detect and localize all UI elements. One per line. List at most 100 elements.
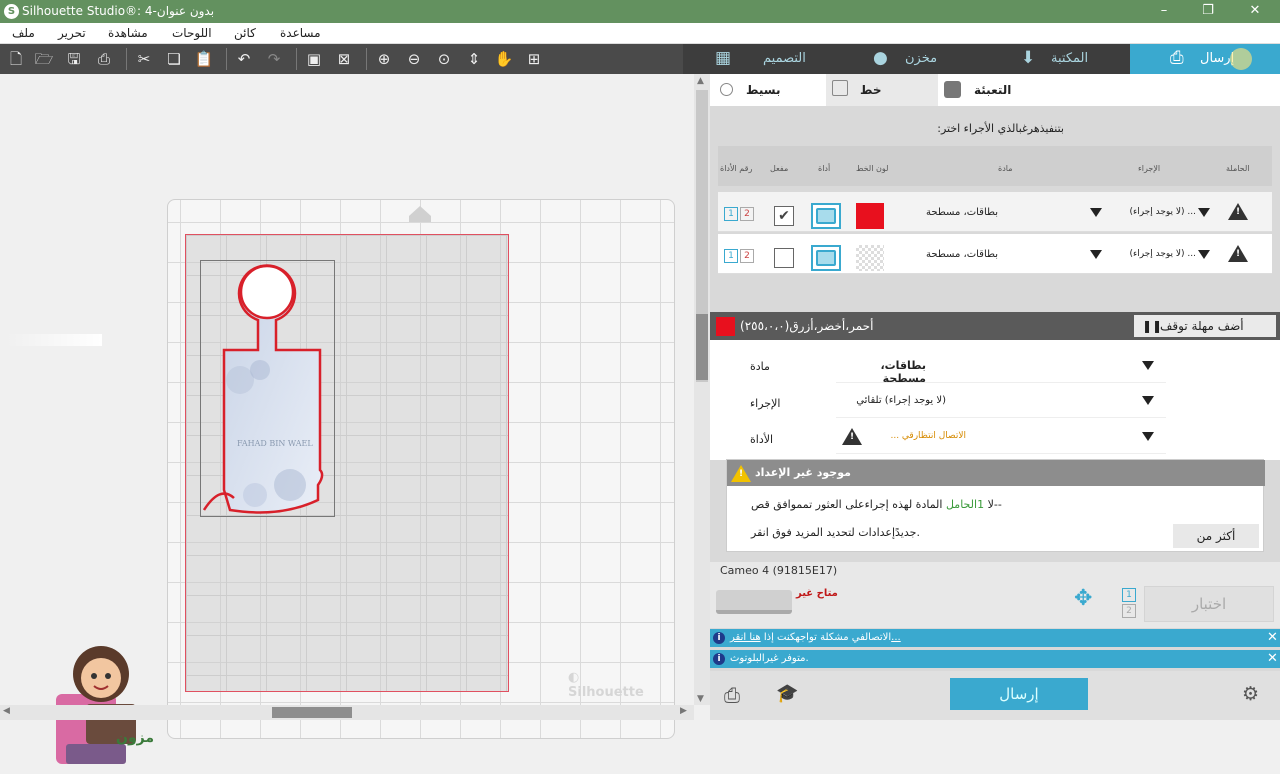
- main-toolbar: 🗋 🗁 🖫 ⎙ ✂ ❏ 📋 ↶ ↷ ▣ ⊠ ⊕ ⊖ ⊙ ⇕ ✋ ⊞: [0, 44, 683, 74]
- scroll-thumb[interactable]: [696, 314, 708, 380]
- cut-icon[interactable]: ✂: [134, 49, 154, 69]
- save-icon[interactable]: 🖫: [64, 49, 84, 69]
- scroll-right-arrow-icon[interactable]: ▶: [680, 706, 687, 716]
- move-arrows-icon[interactable]: ✥: [1074, 586, 1092, 611]
- material-value: بطاقات، مسطحة: [926, 207, 998, 218]
- redo-icon[interactable]: ↷: [264, 49, 284, 69]
- tab-store[interactable]: ● مخزن: [829, 44, 979, 74]
- menu-edit[interactable]: تحرير: [58, 26, 86, 40]
- ungroup-icon[interactable]: ⊠: [334, 49, 354, 69]
- col-enabled: مفعل: [770, 164, 789, 173]
- send-button[interactable]: إرسال: [950, 678, 1088, 710]
- tool-select[interactable]: الاتصال انتظارقي ...: [836, 420, 1166, 454]
- menu-help[interactable]: مساعدة: [280, 26, 321, 40]
- zoom-selection-icon[interactable]: ⊙: [434, 49, 454, 69]
- gear-icon[interactable]: ⚙: [1242, 683, 1259, 705]
- tool-icon[interactable]: [811, 203, 841, 229]
- tab-line[interactable]: خط: [826, 74, 938, 106]
- canvas-vertical-scrollbar[interactable]: ▲ ▼: [694, 74, 710, 705]
- table-row[interactable]: 1 2 بطاقات، مسطحة ... (لا يوجد إجراء): [718, 234, 1272, 274]
- undo-icon[interactable]: ↶: [234, 49, 254, 69]
- new-document-icon[interactable]: 🗋: [6, 49, 26, 69]
- tool-warning-icon: [842, 428, 862, 445]
- menu-view[interactable]: مشاهدة: [108, 26, 148, 40]
- table-row[interactable]: 1 2 ✔ بطاقات، مسطحة ... (لا يوجد إجراء): [718, 192, 1272, 232]
- scroll-left-arrow-icon[interactable]: ◀: [3, 706, 10, 716]
- material-select-dropdown-icon[interactable]: [1142, 361, 1154, 370]
- action-dropdown-icon[interactable]: [1198, 208, 1210, 217]
- tool-select-dropdown-icon[interactable]: [1142, 432, 1154, 441]
- cameo-machine-icon: [716, 590, 792, 614]
- close-icon[interactable]: ✕: [1267, 651, 1278, 666]
- library-download-icon: ⬇: [1021, 48, 1036, 68]
- tool-number-1[interactable]: 1: [724, 207, 738, 221]
- toolbar-divider: [226, 48, 227, 70]
- tab-simple-label: بسيط: [746, 83, 781, 97]
- scroll-up-arrow-icon[interactable]: ▲: [697, 76, 704, 86]
- graduation-cap-icon[interactable]: 🎓: [776, 683, 798, 704]
- tool-number-2[interactable]: 2: [740, 207, 754, 221]
- close-icon[interactable]: ✕: [1267, 630, 1278, 645]
- material-dropdown-icon[interactable]: [1090, 208, 1102, 217]
- tag-design[interactable]: FAHAD BIN WAEL: [200, 260, 335, 520]
- tool-number-2[interactable]: 2: [740, 249, 754, 263]
- add-page-icon[interactable]: ⊞: [524, 49, 544, 69]
- minimize-button[interactable]: –: [1154, 2, 1174, 20]
- tab-library[interactable]: ⬇ المكتبة: [979, 44, 1130, 74]
- action-dropdown-icon[interactable]: [1198, 250, 1210, 259]
- action-select-value: (لا يوجد إجراء) تلقائي: [856, 395, 946, 406]
- more-button[interactable]: أكثر من: [1173, 524, 1259, 548]
- add-pause-button[interactable]: ❚❚ أضف مهلة توقف: [1134, 315, 1276, 337]
- print-icon[interactable]: ⎙: [94, 49, 114, 69]
- action-label: الإجراء: [750, 397, 781, 410]
- open-folder-icon[interactable]: 🗁: [34, 49, 54, 69]
- cursor-highlight: [1230, 48, 1252, 70]
- h-scroll-thumb[interactable]: [272, 707, 352, 718]
- connection-help-text: الاتصالفي مشكلة تواجهكنت إذا هنا انقر...: [730, 632, 901, 643]
- holder-link[interactable]: 1الحامل: [946, 498, 984, 511]
- enabled-checkbox[interactable]: [774, 248, 794, 268]
- test-button[interactable]: اختبار: [1144, 586, 1274, 622]
- tab-fill-label: التعبئة: [974, 83, 1012, 97]
- tab-fill[interactable]: التعبئة: [938, 74, 1280, 106]
- feed-direction-arrow-stem: [409, 216, 431, 222]
- menu-object[interactable]: كائن: [234, 26, 256, 40]
- menu-panels[interactable]: اللوحات: [172, 26, 212, 40]
- tab-line-label: خط: [860, 83, 882, 97]
- paste-icon[interactable]: 📋: [194, 49, 214, 69]
- color-settings-panel: بطاقات، مسطحة مادة (لا يوجد إجراء) تلقائ…: [710, 340, 1280, 460]
- design-canvas[interactable]: ◐ Silhouette FAHAD BIN WAEL مزون: [0, 74, 694, 764]
- restore-button[interactable]: ❐: [1198, 2, 1218, 20]
- material-select[interactable]: بطاقات، مسطحة: [836, 349, 1166, 385]
- close-button[interactable]: ✕: [1245, 2, 1265, 20]
- pan-hand-icon[interactable]: ✋: [494, 49, 514, 69]
- toolbar-divider: [126, 48, 127, 70]
- machine-queue-icon[interactable]: ⎙: [724, 683, 740, 707]
- copy-icon[interactable]: ❏: [164, 49, 184, 69]
- group-icon[interactable]: ▣: [304, 49, 324, 69]
- line-shape-icon: [832, 80, 848, 96]
- canvas-horizontal-scrollbar[interactable]: ◀ ▶: [0, 705, 694, 720]
- material-select-value: بطاقات، مسطحة: [880, 359, 926, 385]
- tab-design[interactable]: ▦ التصميم: [683, 44, 829, 74]
- action-select-dropdown-icon[interactable]: [1142, 396, 1154, 405]
- scroll-down-arrow-icon[interactable]: ▼: [697, 694, 704, 704]
- zoom-in-icon[interactable]: ⊕: [374, 49, 394, 69]
- action-select[interactable]: (لا يوجد إجراء) تلقائي: [836, 384, 1166, 418]
- notice-title-bar: موجود غير الإعداد: [727, 460, 1265, 486]
- enabled-checkbox[interactable]: ✔: [774, 206, 794, 226]
- send-panel: بسيط خط التعبئة :بتنفيذهرغبالذي الأجراء …: [710, 74, 1280, 720]
- fit-to-page-icon[interactable]: ⇕: [464, 49, 484, 69]
- tool-icon[interactable]: [811, 245, 841, 271]
- tab-simple[interactable]: بسيط: [710, 74, 826, 106]
- menu-file[interactable]: ملف: [12, 26, 35, 40]
- tab-send[interactable]: ⎙ إرسال: [1130, 44, 1280, 74]
- material-dropdown-icon[interactable]: [1090, 250, 1102, 259]
- tool-number-1[interactable]: 1: [724, 249, 738, 263]
- fill-shape-icon: [944, 81, 961, 98]
- radio-icon: [720, 83, 733, 96]
- silhouette-logo-watermark: ◐ Silhouette: [568, 670, 644, 700]
- zoom-out-icon[interactable]: ⊖: [404, 49, 424, 69]
- holder-2-indicator: 2: [1122, 604, 1136, 618]
- notice-line-1: لا 1الحامل المادة لهذه إجراءعلى العثور ت…: [751, 498, 1002, 511]
